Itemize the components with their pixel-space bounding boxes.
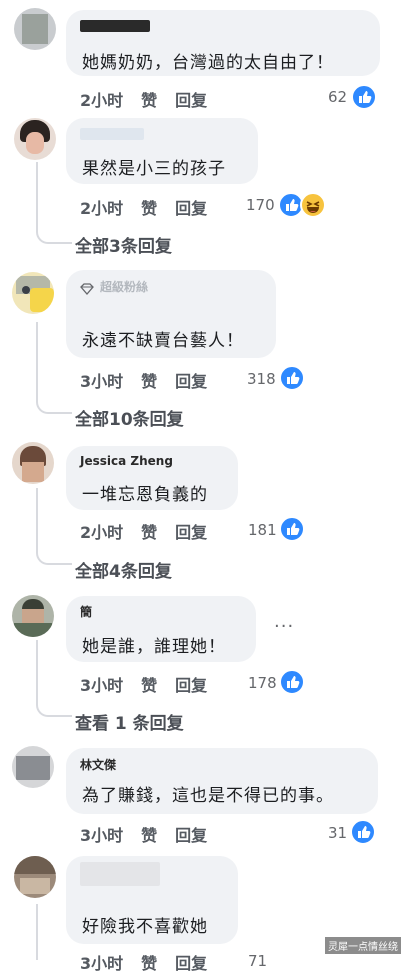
commenter-name[interactable]: 超級粉絲 [100,278,148,295]
like-button[interactable]: 赞 [141,676,157,695]
reply-button[interactable]: 回复 [175,676,207,695]
reply-button[interactable]: 回复 [175,91,207,110]
thread-branch [36,545,72,565]
avatar[interactable] [12,595,54,637]
timestamp[interactable]: 2小时 [80,199,123,218]
timestamp[interactable]: 3小时 [80,954,123,973]
badge-icon [80,280,94,295]
comment-bubble: 林文傑 為了賺錢，這也是不得已的事。 [66,748,378,814]
comment-actions: 3小时赞回复 [80,822,225,846]
comment-text: 一堆忘恩負義的 [82,485,208,505]
like-icon[interactable] [279,669,305,695]
watermark: 灵犀一点情丝绕 [325,937,401,954]
view-replies-link[interactable]: 全部10条回复 [75,405,184,430]
like-button[interactable]: 赞 [141,523,157,542]
comment-bubble: 超級粉絲 永遠不缺賣台藝人！ [66,270,276,358]
timestamp[interactable]: 2小时 [80,523,123,542]
comment-bubble: Jessica Zheng 一堆忘恩負義的 [66,446,238,510]
like-icon[interactable] [279,365,305,391]
commenter-name[interactable]: 林文傑 [80,756,116,773]
avatar[interactable] [14,856,56,898]
reply-button[interactable]: 回复 [175,954,207,973]
avatar[interactable] [12,442,54,484]
timestamp[interactable]: 3小时 [80,676,123,695]
comment-text: 她是誰，誰理她！ [82,637,226,657]
haha-icon[interactable] [300,192,326,218]
like-button[interactable]: 赞 [141,826,157,845]
comment-bubble: 簡 她是誰，誰理她！ [66,596,256,662]
like-button[interactable]: 赞 [141,91,157,110]
thread-branch [36,224,72,244]
reaction-count[interactable]: 318 [247,370,276,388]
thread-line [36,640,38,700]
comment-actions: 3小时赞回复 [80,368,225,392]
comment-text: 她媽奶奶，台灣過的太自由了！ [82,53,334,73]
thread-branch [36,697,72,717]
commenter-name-redacted [80,128,144,140]
comment-bubble: 她媽奶奶，台灣過的太自由了！ [66,10,380,76]
comment-actions: 2小时赞回复 [80,519,225,543]
comment-bubble: 果然是小三的孩子 [66,118,258,184]
thread-branch [36,394,72,414]
commenter-name-redacted [80,20,150,32]
like-icon[interactable] [350,819,376,845]
comment-actions: 2小时赞回复 [80,87,225,111]
comment-thread: 她媽奶奶，台灣過的太自由了！ 2小时赞回复 62 果然是小三的孩子 2小时赞回复… [0,0,405,973]
comment-bubble: 好險我不喜歡她 [66,856,238,944]
reaction-count[interactable]: 181 [248,521,277,539]
reaction-count[interactable]: 170 [246,196,275,214]
comment-actions: 3小时赞回复 [80,672,225,696]
timestamp[interactable]: 3小时 [80,372,123,391]
avatar[interactable] [12,272,54,314]
more-options-button[interactable]: ··· [274,616,294,637]
like-button[interactable]: 赞 [141,372,157,391]
thread-line [36,488,38,548]
thread-line [36,162,38,228]
like-icon[interactable] [279,516,305,542]
reaction-count[interactable]: 62 [328,88,347,106]
timestamp[interactable]: 3小时 [80,826,123,845]
commenter-name-redacted [80,862,160,886]
avatar[interactable] [14,8,56,50]
reaction-count[interactable]: 178 [248,674,277,692]
comment-text: 果然是小三的孩子 [82,159,226,179]
reply-button[interactable]: 回复 [175,523,207,542]
avatar[interactable] [14,118,56,160]
reply-button[interactable]: 回复 [175,199,207,218]
avatar[interactable] [12,746,54,788]
comment-text: 永遠不缺賣台藝人！ [82,331,244,351]
comment-text: 為了賺錢，這也是不得已的事。 [82,786,334,806]
view-replies-link[interactable]: 全部3条回复 [75,232,172,257]
commenter-name[interactable]: 簡 [80,603,92,620]
like-button[interactable]: 赞 [141,199,157,218]
reaction-count[interactable]: 71 [248,952,267,970]
reaction-count[interactable]: 31 [328,824,347,842]
like-button[interactable]: 赞 [141,954,157,973]
reply-button[interactable]: 回复 [175,826,207,845]
view-replies-link[interactable]: 全部4条回复 [75,557,172,582]
thread-line [36,322,38,398]
like-icon[interactable] [351,84,377,110]
view-replies-link[interactable]: 查看 1 条回复 [75,709,184,734]
comment-actions: 2小时赞回复 [80,195,225,219]
reply-button[interactable]: 回复 [175,372,207,391]
comment-actions: 3小时赞回复 [80,950,225,974]
timestamp[interactable]: 2小时 [80,91,123,110]
comment-text: 好險我不喜歡她 [82,917,208,937]
commenter-name[interactable]: Jessica Zheng [80,454,173,468]
thread-line [36,904,38,960]
